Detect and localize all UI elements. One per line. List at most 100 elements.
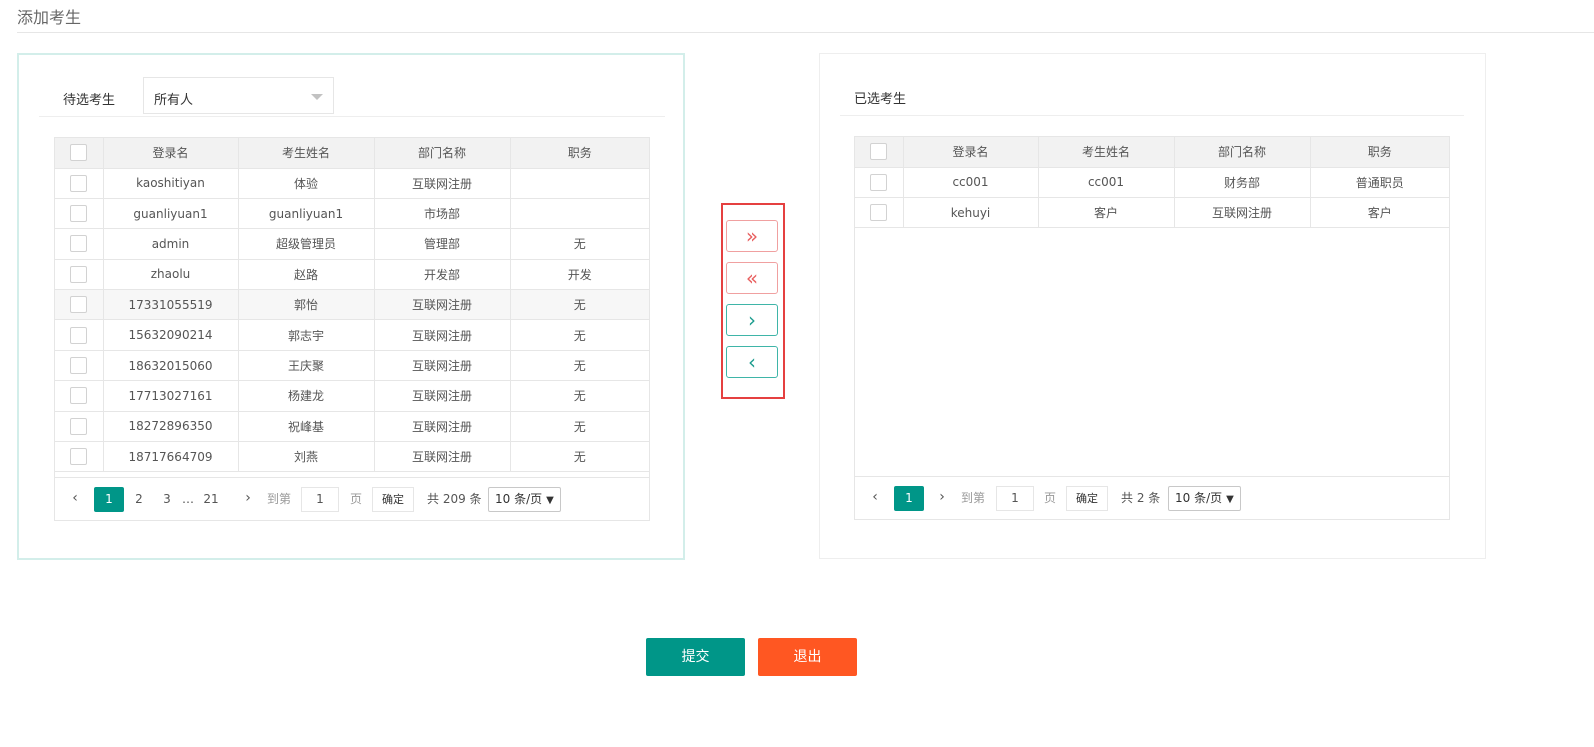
row-checkbox[interactable] <box>70 174 88 192</box>
column-header[interactable]: 职务 <box>510 138 649 169</box>
row-select-cell <box>55 380 104 412</box>
row-checkbox[interactable] <box>70 387 88 405</box>
row-checkbox[interactable] <box>70 357 88 375</box>
goto-label: 到第 <box>267 492 292 506</box>
row-select-cell <box>55 441 104 473</box>
select-all-checkbox[interactable] <box>70 144 88 162</box>
column-header[interactable]: 部门名称 <box>1174 137 1311 168</box>
row-checkbox[interactable] <box>70 326 88 344</box>
next-page-icon[interactable]: › <box>934 486 950 508</box>
table-cell: 王庆聚 <box>238 350 375 382</box>
row-checkbox[interactable] <box>870 173 888 191</box>
table-cell: 赵路 <box>238 259 375 291</box>
candidate-table: 登录名 考生姓名 部门名称 职务 kaoshitiyan 体验 互联网注册 guanl… <box>54 137 650 521</box>
table-row[interactable]: cc001 cc001 财务部 普通职员 <box>855 167 1449 198</box>
row-checkbox[interactable] <box>70 205 88 223</box>
table-cell: cc001 <box>903 167 1039 198</box>
table-row[interactable]: zhaolu 赵路 开发部 开发 <box>55 259 649 291</box>
row-checkbox[interactable] <box>70 235 88 253</box>
goto-page-input[interactable]: 1 <box>996 486 1034 511</box>
row-checkbox[interactable] <box>70 448 88 466</box>
move-all-right-button[interactable]: » <box>726 220 778 252</box>
table-cell: 互联网注册 <box>374 319 511 351</box>
column-header[interactable]: 部门名称 <box>374 138 511 169</box>
page-title: 添加考生 <box>17 8 82 27</box>
row-select-cell <box>55 289 104 321</box>
table-row[interactable]: 17331055519 郭怡 互联网注册无 <box>55 289 649 321</box>
table-row[interactable]: admin 超级管理员 管理部无 <box>55 228 649 260</box>
table-cell: 无 <box>510 228 649 260</box>
row-select-cell <box>55 228 104 260</box>
goto-confirm-button[interactable]: 确定 <box>372 487 414 512</box>
row-select-cell <box>55 319 104 351</box>
page-size-value: 10 条/页 <box>1175 491 1223 505</box>
column-header[interactable]: 考生姓名 <box>238 138 375 169</box>
move-all-left-button[interactable]: « <box>726 262 778 294</box>
row-select-cell <box>855 167 904 198</box>
page-button[interactable]: 21 <box>196 487 226 512</box>
table-cell: 互联网注册 <box>374 411 511 443</box>
candidate-panel-label: 待选考生 <box>63 93 116 108</box>
table-cell: 开发 <box>510 259 649 291</box>
table-cell: 杨建龙 <box>238 380 375 412</box>
table-cell: 超级管理员 <box>238 228 375 260</box>
table-row[interactable]: 18272896350 祝峰基 互联网注册无 <box>55 411 649 443</box>
candidate-pagination: ‹ 1 2 3 … 21 › 到第 1 页 确定 共 209 条 10 条/页 ▼ <box>55 477 649 520</box>
table-cell: 18632015060 <box>103 350 239 382</box>
table-row[interactable]: kaoshitiyan 体验 互联网注册 <box>55 168 649 199</box>
prev-page-icon[interactable]: ‹ <box>67 487 83 509</box>
row-checkbox[interactable] <box>70 417 88 435</box>
table-row[interactable]: 18717664709 刘燕 互联网注册无 <box>55 441 649 473</box>
selected-table: 登录名 考生姓名 部门名称 职务 cc001 cc001 财务部 普通职员 kehuyi… <box>854 136 1450 520</box>
page-size-select[interactable]: 10 条/页 ▼ <box>1168 486 1241 511</box>
row-checkbox[interactable] <box>70 296 88 314</box>
exit-button[interactable]: 退出 <box>758 638 857 676</box>
page-button[interactable]: 1 <box>94 487 124 512</box>
table-cell: 无 <box>510 319 649 351</box>
page-button[interactable]: 1 <box>894 486 924 511</box>
column-header[interactable]: 考生姓名 <box>1038 137 1175 168</box>
goto-label: 到第 <box>961 491 986 505</box>
table-cell: 客户 <box>1038 197 1175 229</box>
prev-page-icon[interactable]: ‹ <box>867 486 883 508</box>
double-chevron-left-icon: « <box>745 266 759 290</box>
row-select-cell <box>855 197 904 229</box>
table-cell: 客户 <box>1310 197 1449 229</box>
table-cell: 18717664709 <box>103 441 239 473</box>
table-cell: 市场部 <box>374 198 511 230</box>
column-header[interactable]: 登录名 <box>903 137 1039 168</box>
table-cell <box>510 198 649 230</box>
page-button[interactable]: 2 <box>124 487 154 512</box>
double-chevron-right-icon: » <box>745 224 759 248</box>
goto-confirm-button[interactable]: 确定 <box>1066 486 1108 511</box>
chevron-left-icon: ‹ <box>748 350 756 374</box>
table-row[interactable]: guanliyuan1 guanliyuan1 市场部 <box>55 198 649 230</box>
candidate-filter-select[interactable]: 所有人 <box>143 77 334 114</box>
row-checkbox[interactable] <box>70 265 88 283</box>
select-all-checkbox[interactable] <box>870 143 888 161</box>
page-size-select[interactable]: 10 条/页 ▼ <box>488 487 561 512</box>
table-row[interactable]: 15632090214 郭志宇 互联网注册无 <box>55 319 649 351</box>
table-cell: 15632090214 <box>103 319 239 351</box>
page-unit-label: 页 <box>1044 491 1057 505</box>
row-select-cell <box>55 259 104 291</box>
goto-page-input[interactable]: 1 <box>301 487 339 512</box>
chevron-down-icon: ▼ <box>1226 494 1234 505</box>
column-header[interactable]: 职务 <box>1310 137 1449 168</box>
row-checkbox[interactable] <box>870 204 888 222</box>
table-row[interactable]: 18632015060 王庆聚 互联网注册无 <box>55 350 649 382</box>
selected-panel-label: 已选考生 <box>854 92 907 107</box>
total-count: 共 2 条 <box>1121 491 1161 505</box>
submit-button[interactable]: 提交 <box>646 638 745 676</box>
next-page-icon[interactable]: › <box>240 487 256 509</box>
chevron-right-icon: › <box>748 308 756 332</box>
table-cell: 18272896350 <box>103 411 239 443</box>
table-cell: 开发部 <box>374 259 511 291</box>
move-left-button[interactable]: ‹ <box>726 346 778 378</box>
row-select-cell <box>55 198 104 230</box>
column-header[interactable]: 登录名 <box>103 138 239 169</box>
table-row[interactable]: kehuyi 客户 互联网注册 客户 <box>855 197 1449 229</box>
move-right-button[interactable]: › <box>726 304 778 336</box>
table-row[interactable]: 17713027161 杨建龙 互联网注册无 <box>55 380 649 412</box>
table-cell: 17331055519 <box>103 289 239 321</box>
